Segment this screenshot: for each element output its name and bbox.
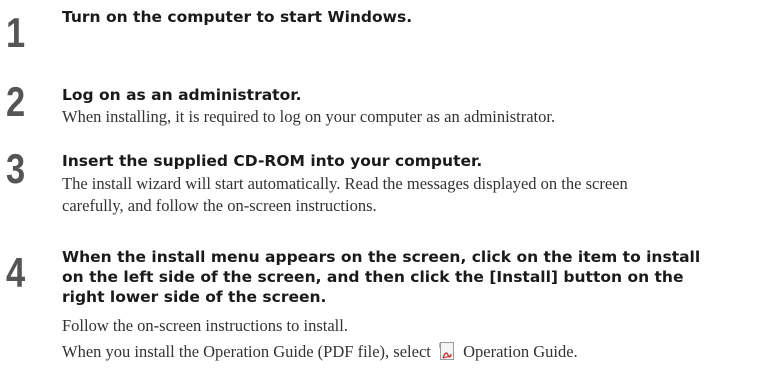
step-heading: When the install menu appears on the scr… [62, 248, 701, 266]
step-body-with-icon: When you install the Operation Guide (PD… [62, 341, 578, 363]
step-heading: Turn on the computer to start Windows. [62, 8, 413, 26]
step-heading: Log on as an administrator. [62, 86, 302, 104]
step-heading: right lower side of the screen. [62, 288, 327, 306]
step-number: 3 [6, 145, 26, 192]
step-body: carefully, and follow the on-screen inst… [62, 196, 377, 215]
step-body: The install wizard will start automatica… [62, 174, 628, 193]
step-number: 2 [6, 78, 26, 125]
pdf-file-icon [439, 342, 456, 361]
step-body: When installing, it is required to log o… [62, 107, 556, 126]
install-instructions-page: { "steps": [ { "number": "1", "heading":… [0, 0, 780, 388]
step-body-text: Operation Guide. [463, 342, 578, 361]
step-body-text: When you install the Operation Guide (PD… [62, 342, 431, 361]
step-number: 1 [6, 9, 26, 56]
step-number: 4 [6, 249, 26, 296]
step-heading: Insert the supplied CD-ROM into your com… [62, 152, 483, 170]
step-body: Follow the on-screen instructions to ins… [62, 316, 348, 335]
step-heading: on the left side of the screen, and then… [62, 268, 684, 286]
